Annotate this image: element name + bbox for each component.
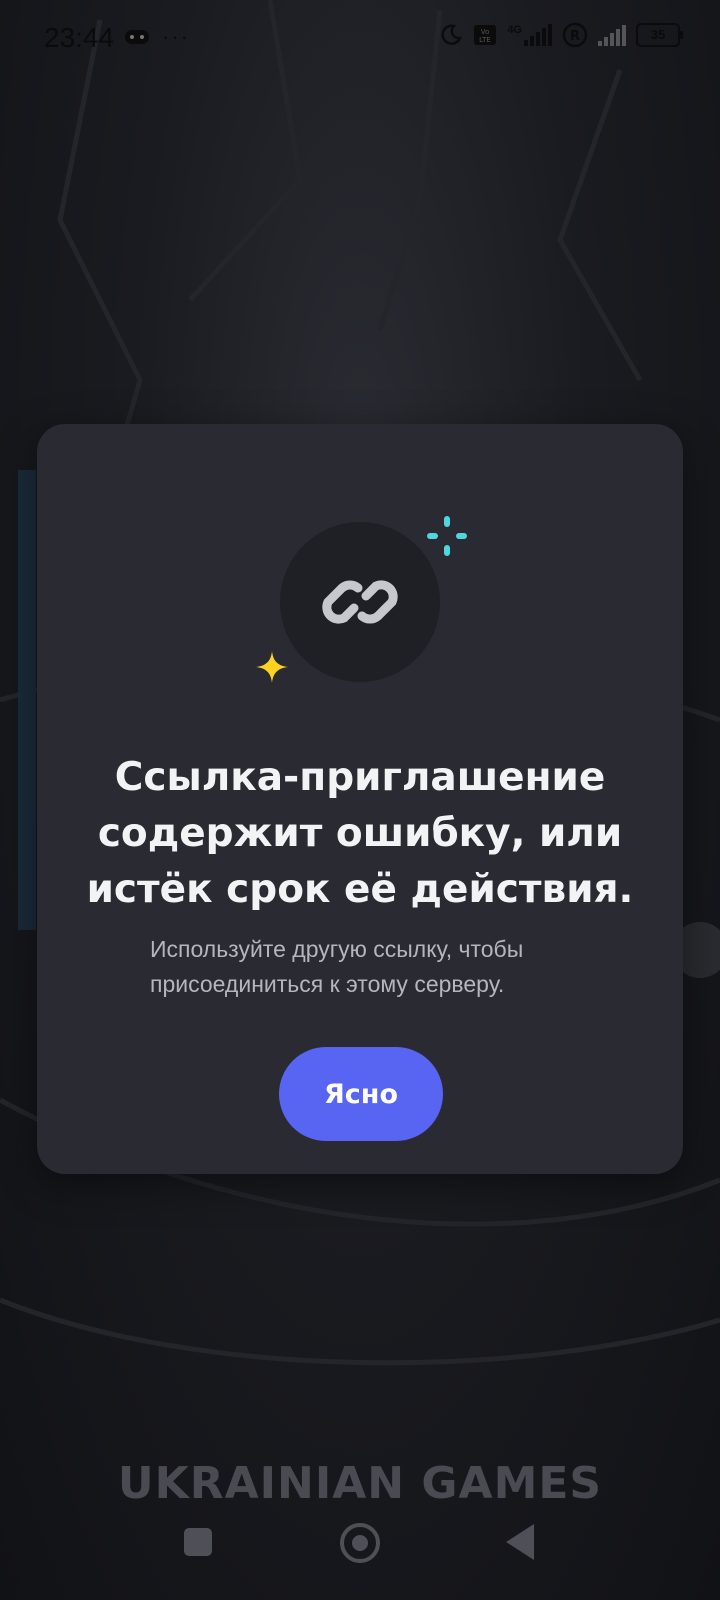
status-time: 23:44 xyxy=(44,22,115,53)
dialog-title: Ссылка-приглашение содержит ошибку, или … xyxy=(86,755,634,912)
more-dots: ··· xyxy=(162,24,190,49)
home-button[interactable] xyxy=(340,1523,380,1563)
link-icon-circle xyxy=(280,522,440,682)
sparkle-cyan-icon xyxy=(427,516,467,556)
status-left-icons: ··· xyxy=(124,24,190,50)
recent-apps-button[interactable] xyxy=(184,1528,212,1556)
moon-icon xyxy=(441,24,463,45)
navigation-bar xyxy=(0,1510,720,1600)
signal-2-icon xyxy=(598,24,626,46)
battery-icon: 35 xyxy=(636,23,683,47)
signal-icon xyxy=(524,24,552,46)
network-type: 4G xyxy=(507,24,552,46)
svg-text:LTE: LTE xyxy=(479,36,491,44)
invite-error-dialog: Ссылка-приглашение содержит ошибку, или … xyxy=(37,424,683,1174)
dialog-illustration xyxy=(37,424,683,704)
link-icon xyxy=(322,580,398,624)
volte-icon: Vo LTE xyxy=(474,25,497,45)
svg-text:Vo: Vo xyxy=(481,28,490,36)
ok-button[interactable]: Ясно xyxy=(279,1047,443,1141)
background-brand-text: UKRAINIAN GAMES xyxy=(117,1458,603,1509)
dialog-subtitle: Используйте другую ссылку, чтобы присоед… xyxy=(150,936,524,997)
status-right-icons: Vo LTE 4G R 35 xyxy=(439,22,683,48)
gamepad-icon xyxy=(125,30,149,44)
sparkle-yellow-icon xyxy=(256,651,288,683)
svg-text:R: R xyxy=(570,29,580,44)
back-button[interactable] xyxy=(506,1524,534,1560)
status-bar: 23:44 ··· Vo LTE 4G R 35 xyxy=(0,0,720,78)
registered-icon: R xyxy=(562,22,588,48)
screen: UKRAINIAN GAMES 23:44 ··· Vo LTE 4G R 35… xyxy=(0,0,720,1600)
